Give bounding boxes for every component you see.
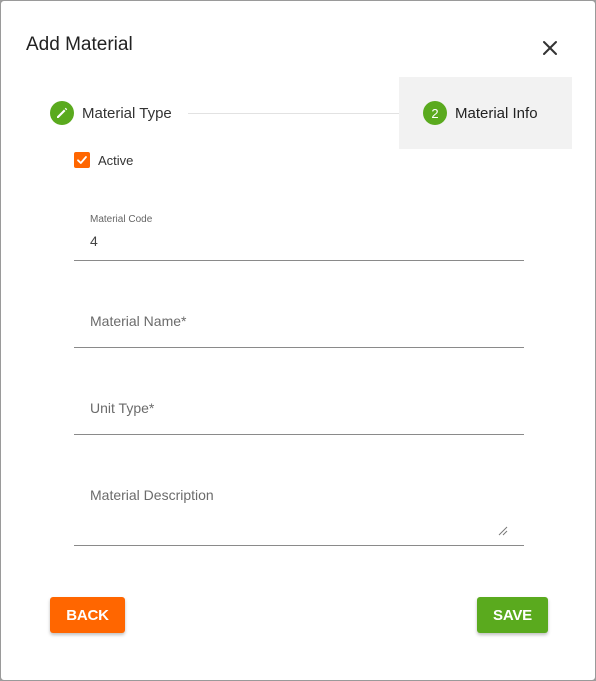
material-name-placeholder: Material Name* <box>90 313 187 329</box>
dialog-title: Add Material <box>26 34 133 55</box>
pencil-icon <box>57 107 68 118</box>
checkmark-icon <box>77 156 87 164</box>
back-button[interactable]: BACK <box>50 597 125 633</box>
material-code-value: 4 <box>90 233 98 249</box>
step-number: 2 <box>423 101 447 125</box>
stepper-connector <box>188 113 414 114</box>
close-button[interactable] <box>539 37 561 59</box>
step-material-type[interactable]: Material Type <box>50 101 172 125</box>
unit-type-select[interactable]: Unit Type* <box>74 384 524 435</box>
step-label: Material Info <box>455 104 538 122</box>
step-label: Material Type <box>82 104 172 122</box>
active-checkbox[interactable]: Active <box>74 152 133 168</box>
material-code-label: Material Code <box>90 214 153 225</box>
material-name-input[interactable]: Material Name* <box>74 297 524 348</box>
step-material-info[interactable]: 2 Material Info <box>399 77 572 149</box>
resize-handle-icon[interactable] <box>498 526 508 536</box>
checkbox-box[interactable] <box>74 152 90 168</box>
unit-type-placeholder: Unit Type* <box>90 400 155 416</box>
material-description-textarea[interactable]: Material Description <box>74 471 524 546</box>
add-material-dialog: Add Material Material Type 2 Material In… <box>0 0 596 681</box>
material-code-field[interactable]: Material Code 4 <box>74 206 524 261</box>
save-button[interactable]: SAVE <box>477 597 548 633</box>
close-icon <box>543 41 557 55</box>
material-description-placeholder: Material Description <box>90 487 214 503</box>
step-completed-indicator <box>50 101 74 125</box>
active-label: Active <box>98 152 134 168</box>
